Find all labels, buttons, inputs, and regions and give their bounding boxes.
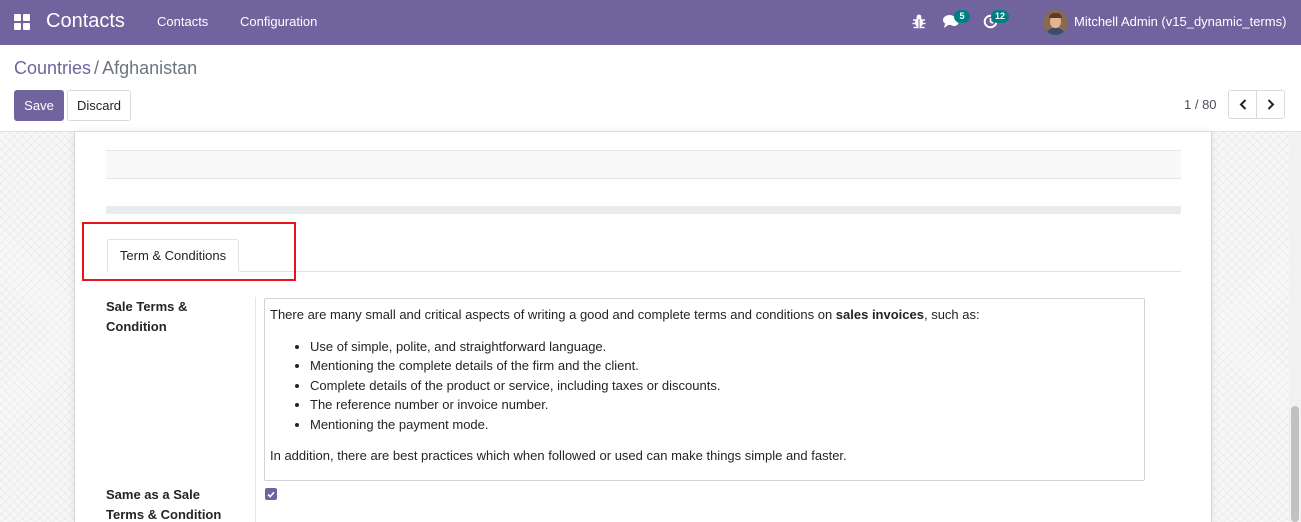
avatar[interactable] — [1043, 10, 1068, 35]
list-item: The reference number or invoice number. — [310, 395, 1139, 415]
save-button[interactable]: Save — [14, 90, 64, 121]
bug-icon[interactable] — [912, 13, 926, 29]
list-row-divider — [106, 178, 1181, 179]
check-icon — [267, 491, 275, 498]
user-menu[interactable]: Mitchell Admin (v15_dynamic_terms) — [1074, 14, 1286, 29]
list-row — [106, 150, 1181, 179]
form-sheet: Term & Conditions Sale Terms & Condition… — [74, 132, 1212, 522]
control-panel: Countries / Afghanistan Save Discard 1 / 8… — [0, 45, 1301, 132]
app-title[interactable]: Contacts — [46, 10, 125, 33]
pager-next-button[interactable] — [1256, 90, 1285, 119]
pager-value[interactable]: 1 / 80 — [1184, 97, 1217, 112]
messages-badge: 5 — [954, 10, 970, 23]
field-divider — [255, 297, 256, 522]
form-view-background: Term & Conditions Sale Terms & Condition… — [0, 132, 1301, 522]
breadcrumb-separator: / — [94, 58, 100, 78]
menu-item-configuration[interactable]: Configuration — [240, 14, 317, 29]
same-as-sale-terms-label: Same as a Sale Terms & Condition — [106, 487, 222, 522]
discard-button[interactable]: Discard — [67, 90, 131, 121]
chevron-right-icon — [1267, 99, 1274, 110]
top-navbar: Contacts Contacts Configuration 5 12 Mit… — [0, 0, 1301, 45]
list-item: Mentioning the complete details of the f… — [310, 356, 1139, 376]
terms-list: Use of simple, polite, and straightforwa… — [270, 337, 1139, 435]
list-item: Complete details of the product or servi… — [310, 376, 1139, 396]
scrollbar[interactable] — [1289, 132, 1301, 522]
list-item: Use of simple, polite, and straightforwa… — [310, 337, 1139, 357]
menu-item-contacts[interactable]: Contacts — [157, 14, 208, 29]
terms-intro: There are many small and critical aspect… — [270, 307, 980, 322]
same-as-sale-terms-checkbox[interactable] — [265, 488, 277, 500]
sale-terms-editor[interactable]: There are many small and critical aspect… — [264, 298, 1145, 481]
apps-grid-icon[interactable] — [14, 14, 30, 30]
chevron-left-icon — [1239, 99, 1246, 110]
terms-closing: In addition, there are best practices wh… — [270, 448, 847, 463]
breadcrumb-current: Afghanistan — [102, 58, 198, 78]
pager-previous-button[interactable] — [1228, 90, 1257, 119]
section-separator — [106, 206, 1181, 214]
sale-terms-label: Sale Terms & Condition — [106, 299, 188, 334]
activities-badge: 12 — [991, 10, 1010, 23]
list-item: Mentioning the payment mode. — [310, 415, 1139, 435]
breadcrumb: Countries / Afghanistan — [14, 58, 197, 79]
breadcrumb-parent[interactable]: Countries — [14, 58, 91, 78]
highlight-annotation — [82, 222, 296, 281]
scrollbar-thumb[interactable] — [1291, 406, 1299, 522]
